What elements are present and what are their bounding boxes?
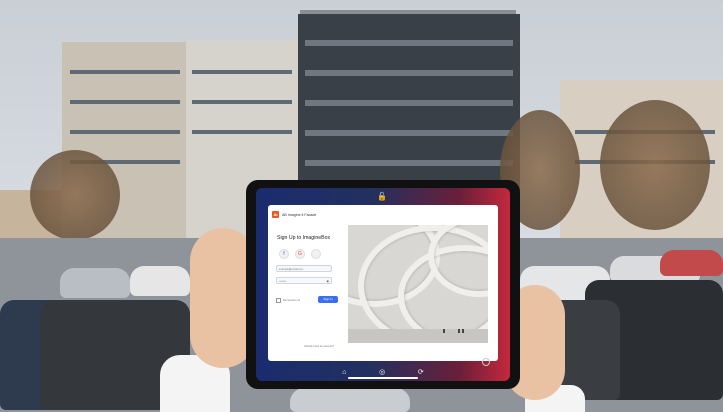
person-figure [458,329,460,333]
remember-label: Remember me [283,299,301,302]
password-field[interactable]: •••••••• ◉ [276,277,332,284]
brand: Ai AB Imagine it Facade [272,211,316,218]
google-icon[interactable]: G [295,249,305,259]
social-login-row: f G [279,249,321,259]
glass-band [305,40,513,46]
signup-form: Ai AB Imagine it Facade Sign Up to Imagi… [268,205,338,361]
password-placeholder: •••••••• [279,280,287,283]
eye-icon[interactable]: ◉ [326,278,329,285]
remember-me[interactable]: Remember me [276,298,300,303]
assistant-button[interactable] [482,358,490,366]
brand-name: AB Imagine it Facade [282,212,317,217]
tablet-screen: 🔓 Ai AB Imagine it Facade Sign Up to Ima… [256,188,510,381]
car [130,266,190,296]
email-field[interactable]: example@email.com [276,265,332,272]
car [660,250,723,276]
tablet-device: 🔓 Ai AB Imagine it Facade Sign Up to Ima… [246,180,520,389]
signup-card: Ai AB Imagine it Facade Sign Up to Imagi… [268,205,498,361]
window-row [70,70,180,74]
page-title: Sign Up to ImagineBox [277,235,331,241]
window-row [70,130,180,134]
tree [30,150,120,240]
tree [600,100,710,230]
sign-in-button[interactable]: Sign In [318,296,338,303]
sync-icon[interactable]: ⟳ [418,368,424,376]
window-row [192,130,292,134]
checkbox[interactable] [276,298,281,303]
brand-logo-icon: Ai [272,211,279,218]
login-link[interactable]: Already have an account? [304,345,334,348]
unlock-icon: 🔓 [377,192,387,201]
glass-band [305,160,513,166]
window-row [192,70,292,74]
car [60,268,130,298]
home-indicator[interactable] [348,377,418,379]
person-figure [462,329,464,333]
compass-icon[interactable]: ◎ [379,368,385,376]
facebook-icon[interactable]: f [279,249,289,259]
person-figure [443,329,445,333]
window-row [192,100,292,104]
car [290,388,410,412]
glass-band [305,70,513,76]
hero-image [348,225,488,343]
home-icon[interactable]: ⌂ [342,369,346,376]
window-row [70,100,180,104]
apple-icon[interactable] [311,249,321,259]
plaza-floor [348,329,488,343]
glass-band [305,130,513,136]
glass-band [305,100,513,106]
